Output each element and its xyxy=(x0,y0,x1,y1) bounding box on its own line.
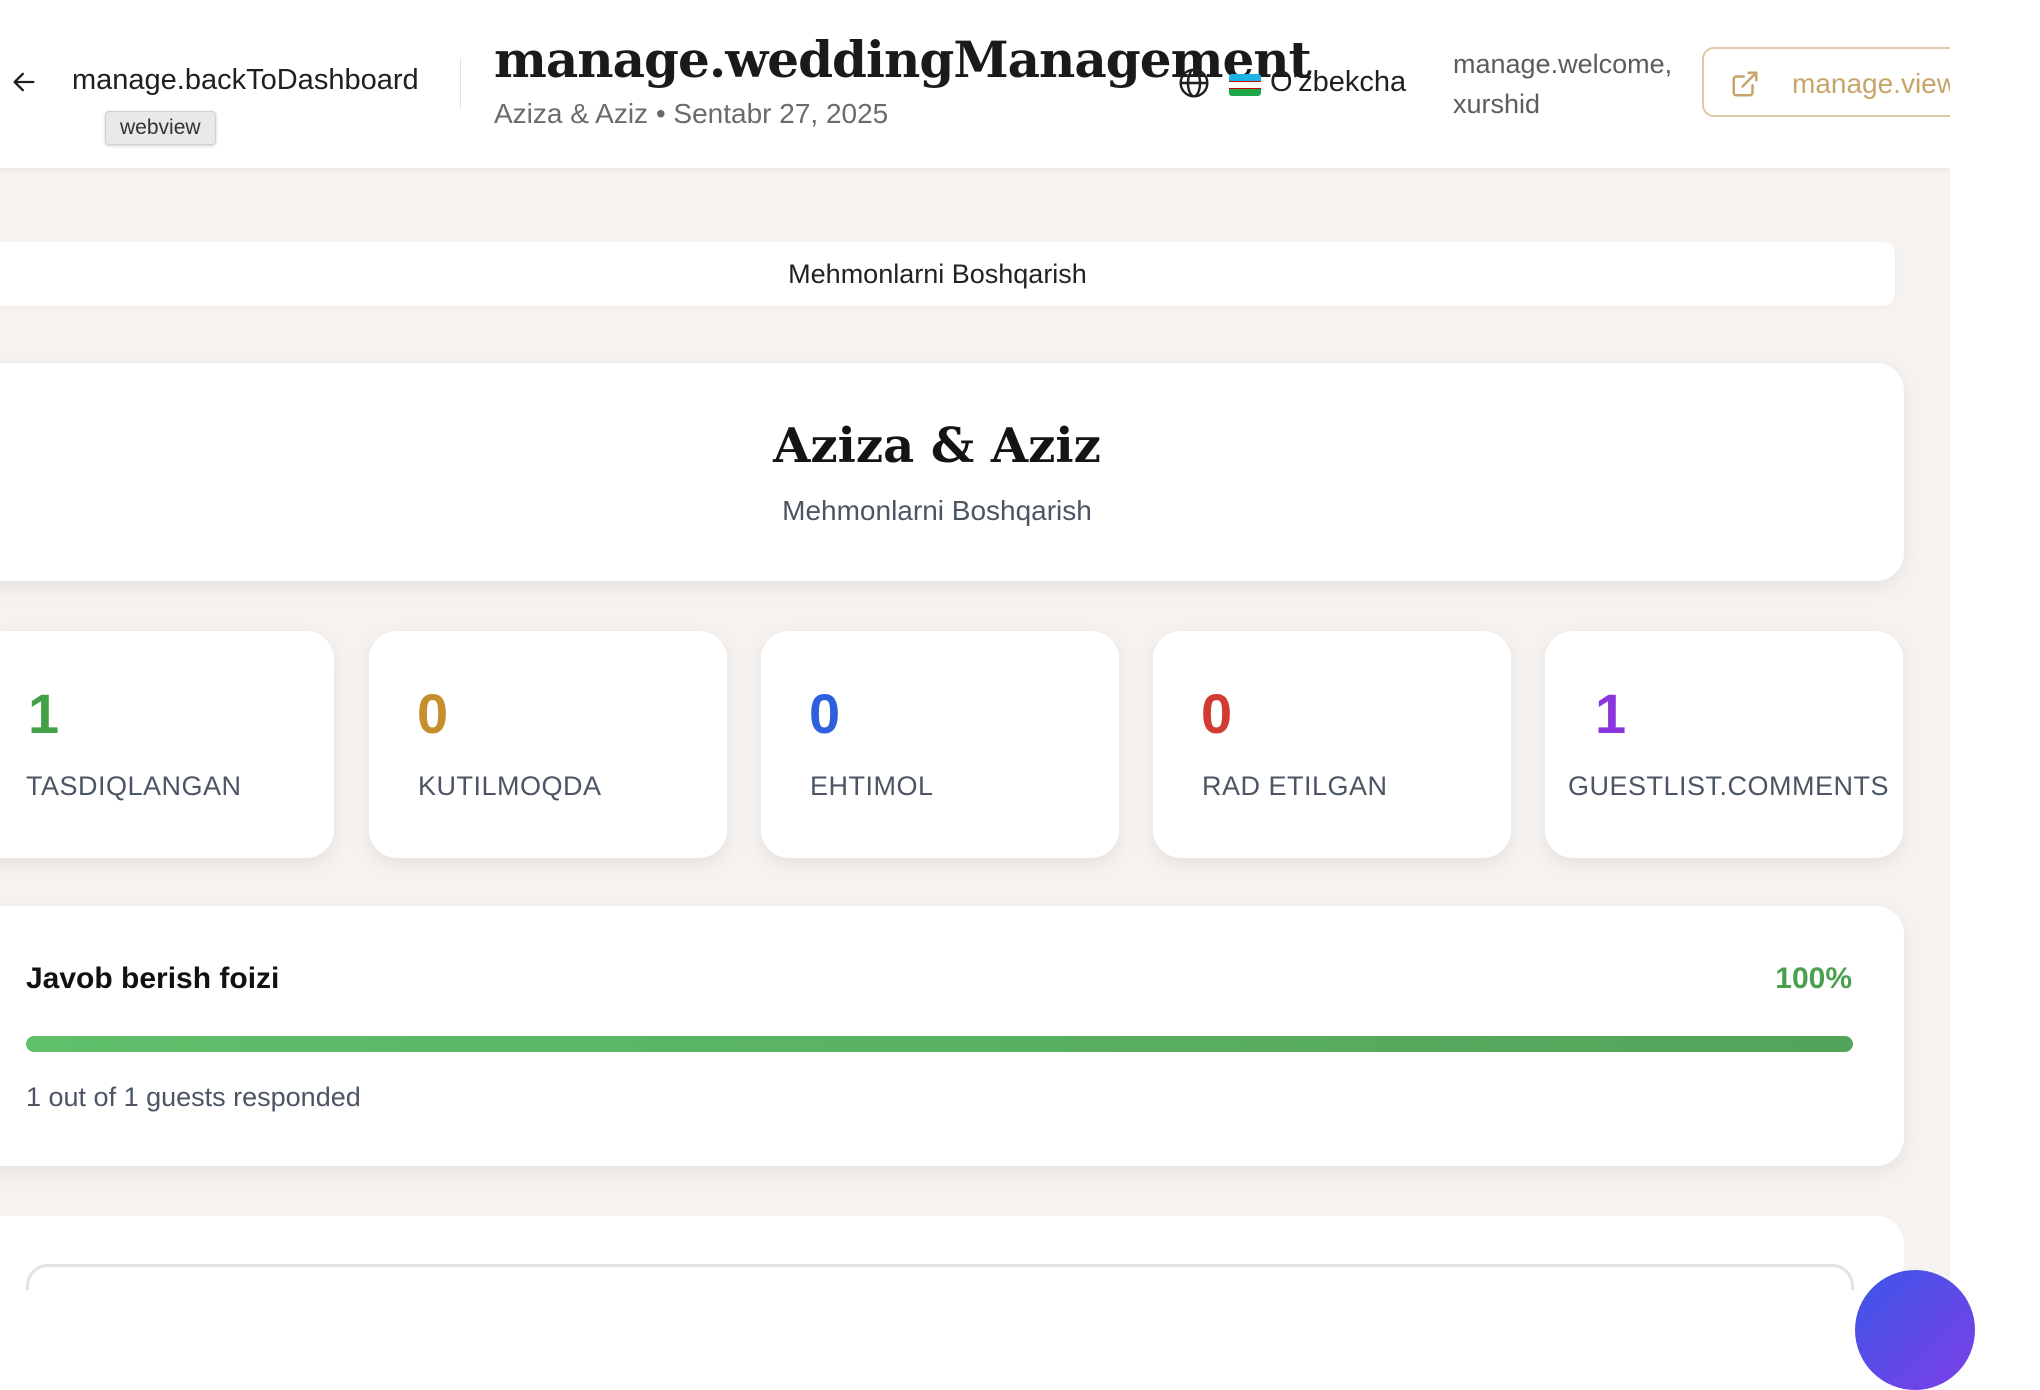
couple-names: Aziza & Aziz xyxy=(773,418,1101,474)
stat-card-confirmed: 1 TASDIQLANGAN xyxy=(0,631,334,858)
stat-card-declined: 0 RAD ETILGAN xyxy=(1153,631,1511,858)
stat-value: 0 xyxy=(1201,682,1233,745)
stat-card-comments: 1 GUESTLIST.COMMENTS xyxy=(1545,631,1903,858)
response-progress-fill xyxy=(26,1036,1853,1052)
stat-value: 1 xyxy=(1595,682,1627,745)
hero-subtitle: Mehmonlarni Boshqarish xyxy=(782,495,1092,526)
stat-label: TASDIQLANGAN xyxy=(26,771,242,801)
stat-label: GUESTLIST.COMMENTS xyxy=(1568,771,1890,801)
page: manage.backToDashboard webview manage.we… xyxy=(0,0,1950,1290)
welcome-text: manage.welcome, xurshid xyxy=(1453,49,1673,119)
response-rate-title: Javob berish foizi xyxy=(26,962,280,995)
response-rate-percent: 100% xyxy=(1775,962,1852,995)
uzbekistan-flag-icon[interactable] xyxy=(1229,74,1261,96)
view-site-label: manage.viewSite xyxy=(1792,68,1950,99)
stat-value: 0 xyxy=(417,682,449,745)
response-progress-bar xyxy=(26,1036,1853,1052)
back-to-dashboard-link[interactable]: manage.backToDashboard xyxy=(72,64,419,97)
header-divider xyxy=(460,58,461,108)
view-site-button[interactable]: manage.viewSite xyxy=(1702,47,1950,117)
tooltip: webview xyxy=(105,111,216,145)
stat-label: KUTILMOQDA xyxy=(418,771,602,801)
stat-label: EHTIMOL xyxy=(810,771,934,801)
external-link-icon xyxy=(1732,71,1758,97)
stat-value: 1 xyxy=(28,682,60,745)
stat-card-maybe: 0 EHTIMOL xyxy=(761,631,1119,858)
search-input[interactable] xyxy=(26,1264,1854,1290)
tab-guest-management[interactable]: Mehmonlarni Boshqarish xyxy=(0,259,1895,290)
stat-card-pending: 0 KUTILMOQDA xyxy=(369,631,727,858)
response-rate-card: Javob berish foizi 100% 1 out of 1 guest… xyxy=(0,906,1904,1166)
floating-action-button[interactable] xyxy=(1855,1270,1975,1390)
stat-label: RAD ETILGAN xyxy=(1202,771,1388,801)
response-rate-note: 1 out of 1 guests responded xyxy=(26,1082,361,1112)
globe-icon[interactable] xyxy=(1178,67,1210,99)
guest-list-card xyxy=(0,1216,1904,1290)
tab-bar: Mehmonlarni Boshqarish xyxy=(0,242,1895,306)
page-subtitle: Aziza & Aziz • Sentabr 27, 2025 xyxy=(494,98,889,129)
wedding-hero-card: Aziza & Aziz Mehmonlarni Boshqarish xyxy=(0,363,1904,581)
arrow-left-icon[interactable] xyxy=(10,68,38,96)
language-selector[interactable]: O'zbekcha xyxy=(1270,66,1406,99)
header-bar: manage.backToDashboard webview manage.we… xyxy=(0,0,1950,168)
stat-value: 0 xyxy=(809,682,841,745)
